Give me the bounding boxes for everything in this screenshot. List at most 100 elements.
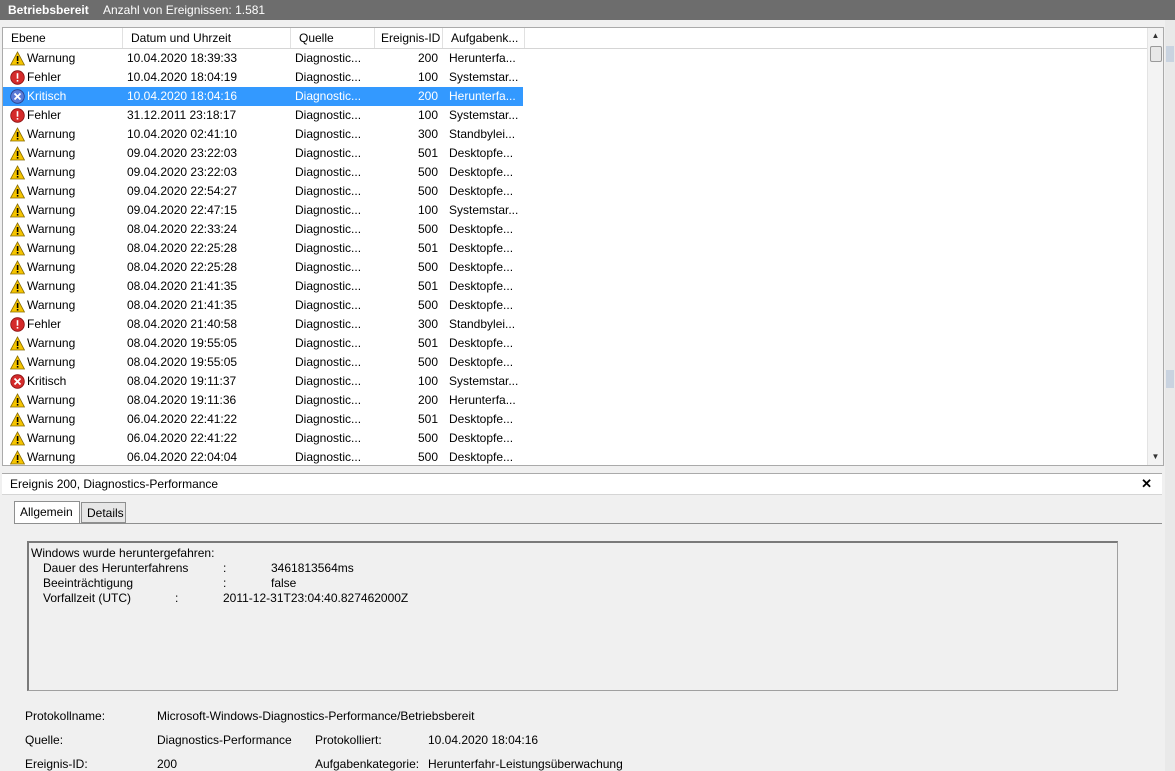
event-source: Diagnostic... (295, 260, 362, 274)
close-icon[interactable]: ✕ (1141, 474, 1152, 494)
event-row[interactable]: Warnung 09.04.2020 22:54:27 Diagnostic... 5… (3, 182, 523, 201)
event-row[interactable]: Warnung 08.04.2020 19:55:05 Diagnostic... 5… (3, 334, 523, 353)
event-task-category: Desktopfe... (449, 298, 514, 312)
event-level-cell: Warnung (7, 239, 122, 258)
event-level: Fehler (27, 108, 62, 122)
event-task-category: Herunterfa... (449, 393, 516, 407)
column-header-event-id[interactable]: Ereignis-ID (375, 28, 443, 48)
message-separator: : (223, 561, 227, 575)
event-date: 06.04.2020 22:41:22 (127, 412, 238, 426)
warning-icon (9, 336, 26, 351)
tab-details[interactable]: Details (81, 502, 126, 523)
event-id: 501 (417, 241, 438, 255)
event-id: 500 (417, 260, 438, 274)
event-row[interactable]: Kritisch 10.04.2020 18:04:16 Diagnostic...… (3, 87, 523, 106)
event-row[interactable]: Warnung 06.04.2020 22:04:04 Diagnostic... 5… (3, 448, 523, 465)
event-row[interactable]: Warnung 08.04.2020 22:25:28 Diagnostic... 5… (3, 258, 523, 277)
event-date: 10.04.2020 18:04:19 (127, 70, 238, 84)
event-id: 100 (417, 70, 438, 84)
warning-icon (9, 355, 26, 370)
event-id: 500 (417, 355, 438, 369)
event-level-cell: Warnung (7, 163, 122, 182)
event-level-cell: Fehler (7, 315, 122, 334)
event-id: 500 (417, 165, 438, 179)
event-level-cell: Fehler (7, 106, 122, 125)
event-source: Diagnostic... (295, 241, 362, 255)
event-row[interactable]: Warnung 10.04.2020 18:39:33 Diagnostic... 2… (3, 49, 523, 68)
scroll-up-icon[interactable]: ▲ (1148, 28, 1163, 44)
event-id: 500 (417, 431, 438, 445)
event-id: 501 (417, 412, 438, 426)
list-scrollbar[interactable]: ▲ ▼ (1147, 28, 1163, 465)
tab-divider (14, 523, 1162, 524)
detail-header: Ereignis 200, Diagnostics-Performance ✕ (2, 473, 1162, 495)
event-source: Diagnostic... (295, 203, 362, 217)
event-source: Diagnostic... (295, 298, 362, 312)
event-row[interactable]: Warnung 10.04.2020 02:41:10 Diagnostic... 3… (3, 125, 523, 144)
event-row[interactable]: Warnung 08.04.2020 19:55:05 Diagnostic... 5… (3, 353, 523, 372)
event-row[interactable]: Fehler 08.04.2020 21:40:58 Diagnostic... 30… (3, 315, 523, 334)
event-source: Diagnostic... (295, 450, 362, 464)
event-task-category: Desktopfe... (449, 450, 514, 464)
event-level: Warnung (27, 51, 76, 65)
prop-eventid-label: Ereignis-ID: (25, 757, 88, 771)
column-header-level[interactable]: Ebene (3, 28, 123, 48)
event-source: Diagnostic... (295, 355, 362, 369)
event-source: Diagnostic... (295, 317, 362, 331)
event-date: 08.04.2020 19:11:37 (127, 374, 237, 388)
column-header-task-category[interactable]: Aufgabenk... (443, 28, 525, 48)
event-level: Warnung (27, 412, 76, 426)
event-level: Warnung (27, 355, 76, 369)
message-key: Beeinträchtigung (43, 576, 134, 590)
event-level: Warnung (27, 393, 76, 407)
event-row[interactable]: Warnung 09.04.2020 23:22:03 Diagnostic... 5… (3, 163, 523, 182)
column-header-date[interactable]: Datum und Uhrzeit (123, 28, 291, 48)
event-row[interactable]: Warnung 08.04.2020 21:41:35 Diagnostic... 5… (3, 277, 523, 296)
event-level: Fehler (27, 70, 62, 84)
event-list[interactable]: Ebene Datum und Uhrzeit Quelle Ereignis-… (2, 27, 1164, 466)
event-row[interactable]: Warnung 06.04.2020 22:41:22 Diagnostic... 5… (3, 410, 523, 429)
tab-allgemein[interactable]: Allgemein (14, 501, 80, 524)
event-level-cell: Warnung (7, 353, 122, 372)
event-task-category: Systemstar... (449, 108, 519, 122)
event-row[interactable]: Warnung 09.04.2020 23:22:03 Diagnostic... 5… (3, 144, 523, 163)
prop-logname-value: Microsoft-Windows-Diagnostics-Performanc… (157, 709, 475, 723)
event-id: 500 (417, 222, 438, 236)
event-row[interactable]: Warnung 08.04.2020 21:41:35 Diagnostic... 5… (3, 296, 523, 315)
event-row[interactable]: Fehler 31.12.2011 23:18:17 Diagnostic... 10… (3, 106, 523, 125)
column-header-row: Ebene Datum und Uhrzeit Quelle Ereignis-… (3, 28, 1147, 49)
event-source: Diagnostic... (295, 412, 362, 426)
event-task-category: Desktopfe... (449, 355, 514, 369)
event-level: Warnung (27, 241, 76, 255)
warning-icon (9, 127, 26, 142)
column-header-source[interactable]: Quelle (291, 28, 375, 48)
event-row[interactable]: Warnung 06.04.2020 22:41:22 Diagnostic... 5… (3, 429, 523, 448)
scrollbar-thumb[interactable] (1150, 46, 1162, 62)
warning-icon (9, 51, 26, 66)
event-row[interactable]: Warnung 08.04.2020 19:11:36 Diagnostic... 2… (3, 391, 523, 410)
event-row[interactable]: Warnung 08.04.2020 22:33:24 Diagnostic... 5… (3, 220, 523, 239)
scroll-down-icon[interactable]: ▼ (1148, 449, 1163, 465)
prop-taskcat-value: Herunterfahr-Leistungsüberwachung (428, 757, 623, 771)
event-level-cell: Warnung (7, 391, 122, 410)
event-date: 10.04.2020 02:41:10 (127, 127, 238, 141)
event-source: Diagnostic... (295, 127, 362, 141)
message-separator: : (223, 576, 227, 590)
event-level-cell: Warnung (7, 277, 122, 296)
event-level: Warnung (27, 222, 76, 236)
event-level: Warnung (27, 203, 76, 217)
event-date: 08.04.2020 22:25:28 (127, 241, 238, 255)
outer-scrollbar[interactable] (1165, 20, 1175, 771)
event-row[interactable]: Fehler 10.04.2020 18:04:19 Diagnostic... 10… (3, 68, 523, 87)
event-id: 500 (417, 298, 438, 312)
event-row[interactable]: Warnung 08.04.2020 22:25:28 Diagnostic... 5… (3, 239, 523, 258)
event-date: 06.04.2020 22:41:22 (127, 431, 238, 445)
event-message-box[interactable]: Windows wurde heruntergefahren: Dauer de… (27, 541, 1118, 691)
event-level: Warnung (27, 431, 76, 445)
event-row[interactable]: Kritisch 08.04.2020 19:11:37 Diagnostic...… (3, 372, 523, 391)
event-id: 100 (417, 374, 438, 388)
event-level: Kritisch (27, 89, 67, 103)
event-level-cell: Warnung (7, 125, 122, 144)
event-level: Warnung (27, 450, 76, 464)
event-row[interactable]: Warnung 09.04.2020 22:47:15 Diagnostic... 1… (3, 201, 523, 220)
